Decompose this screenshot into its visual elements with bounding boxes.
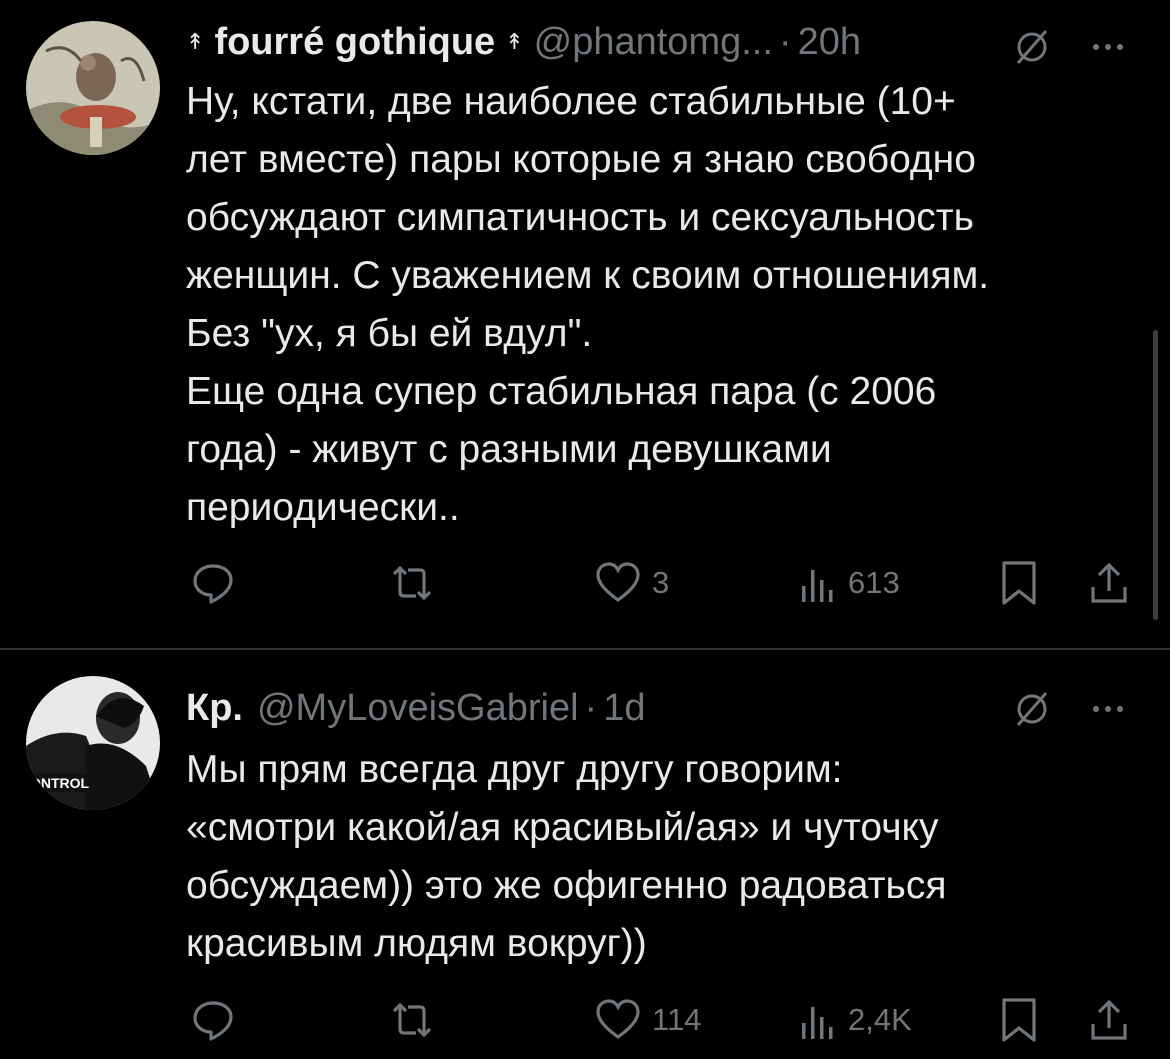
badge-icon: ↟	[505, 29, 524, 54]
bookmark-button[interactable]	[998, 995, 1040, 1045]
like-button[interactable]: 114	[594, 995, 701, 1045]
display-name[interactable]: Кр.	[186, 687, 243, 730]
repost-button[interactable]	[386, 995, 448, 1045]
tweet-header: ↟ fourré gothique ↟ @phantomg... · 20h	[186, 17, 861, 67]
more-icon[interactable]	[1088, 689, 1128, 729]
separator: ·	[584, 686, 598, 729]
views-count: 613	[848, 565, 900, 600]
reply-icon	[190, 997, 236, 1043]
avatar[interactable]: ONTROL	[26, 676, 160, 810]
grok-icon[interactable]	[1012, 27, 1052, 67]
handle[interactable]: @phantomg...	[534, 21, 773, 64]
heart-icon	[594, 997, 642, 1043]
reply-icon	[190, 560, 236, 606]
tweet-top-icons	[1012, 27, 1128, 67]
avatar[interactable]	[26, 21, 160, 155]
tweet-actions: 114 2,4K	[186, 995, 1136, 1045]
repost-button[interactable]	[386, 558, 448, 608]
like-count: 3	[652, 565, 670, 600]
tweet-header: Кр. @MyLoveisGabriel · 1d	[186, 683, 645, 733]
repost-icon	[386, 560, 438, 606]
reply-button[interactable]	[190, 995, 246, 1045]
timestamp[interactable]: 20h	[798, 21, 861, 64]
tweet-text: Мы прям всегда друг другу говорим: «смот…	[186, 748, 947, 965]
avatar-image	[26, 21, 160, 155]
bookmark-icon	[998, 996, 1040, 1044]
share-icon	[1088, 559, 1130, 607]
more-icon[interactable]	[1088, 27, 1128, 67]
like-button[interactable]: 3	[594, 558, 669, 608]
share-button[interactable]	[1088, 995, 1130, 1045]
repost-icon	[386, 997, 438, 1043]
views-icon	[798, 560, 838, 606]
tweet-top-icons	[1012, 689, 1128, 729]
scrollbar[interactable]	[1153, 330, 1158, 620]
views-button[interactable]: 2,4K	[798, 995, 912, 1045]
views-button[interactable]: 613	[798, 558, 900, 608]
avatar-image: ONTROL	[26, 676, 160, 810]
like-count: 114	[652, 1002, 702, 1037]
share-icon	[1088, 996, 1130, 1044]
tweet-text: Ну, кстати, две наиболее стабильные (10+…	[186, 80, 990, 529]
timestamp[interactable]: 1d	[603, 687, 645, 730]
heart-icon	[594, 560, 642, 606]
display-name[interactable]: fourré gothique	[214, 21, 495, 64]
tweet-actions: 3 613	[186, 558, 1136, 608]
separator: ·	[778, 20, 792, 63]
views-count: 2,4K	[848, 1002, 912, 1037]
reply-button[interactable]	[190, 558, 246, 608]
handle[interactable]: @MyLoveisGabriel	[257, 687, 579, 730]
bookmark-button[interactable]	[998, 558, 1040, 608]
bookmark-icon	[998, 559, 1040, 607]
views-icon	[798, 997, 838, 1043]
share-button[interactable]	[1088, 558, 1130, 608]
grok-icon[interactable]	[1012, 689, 1052, 729]
badge-icon: ↟	[186, 29, 205, 54]
